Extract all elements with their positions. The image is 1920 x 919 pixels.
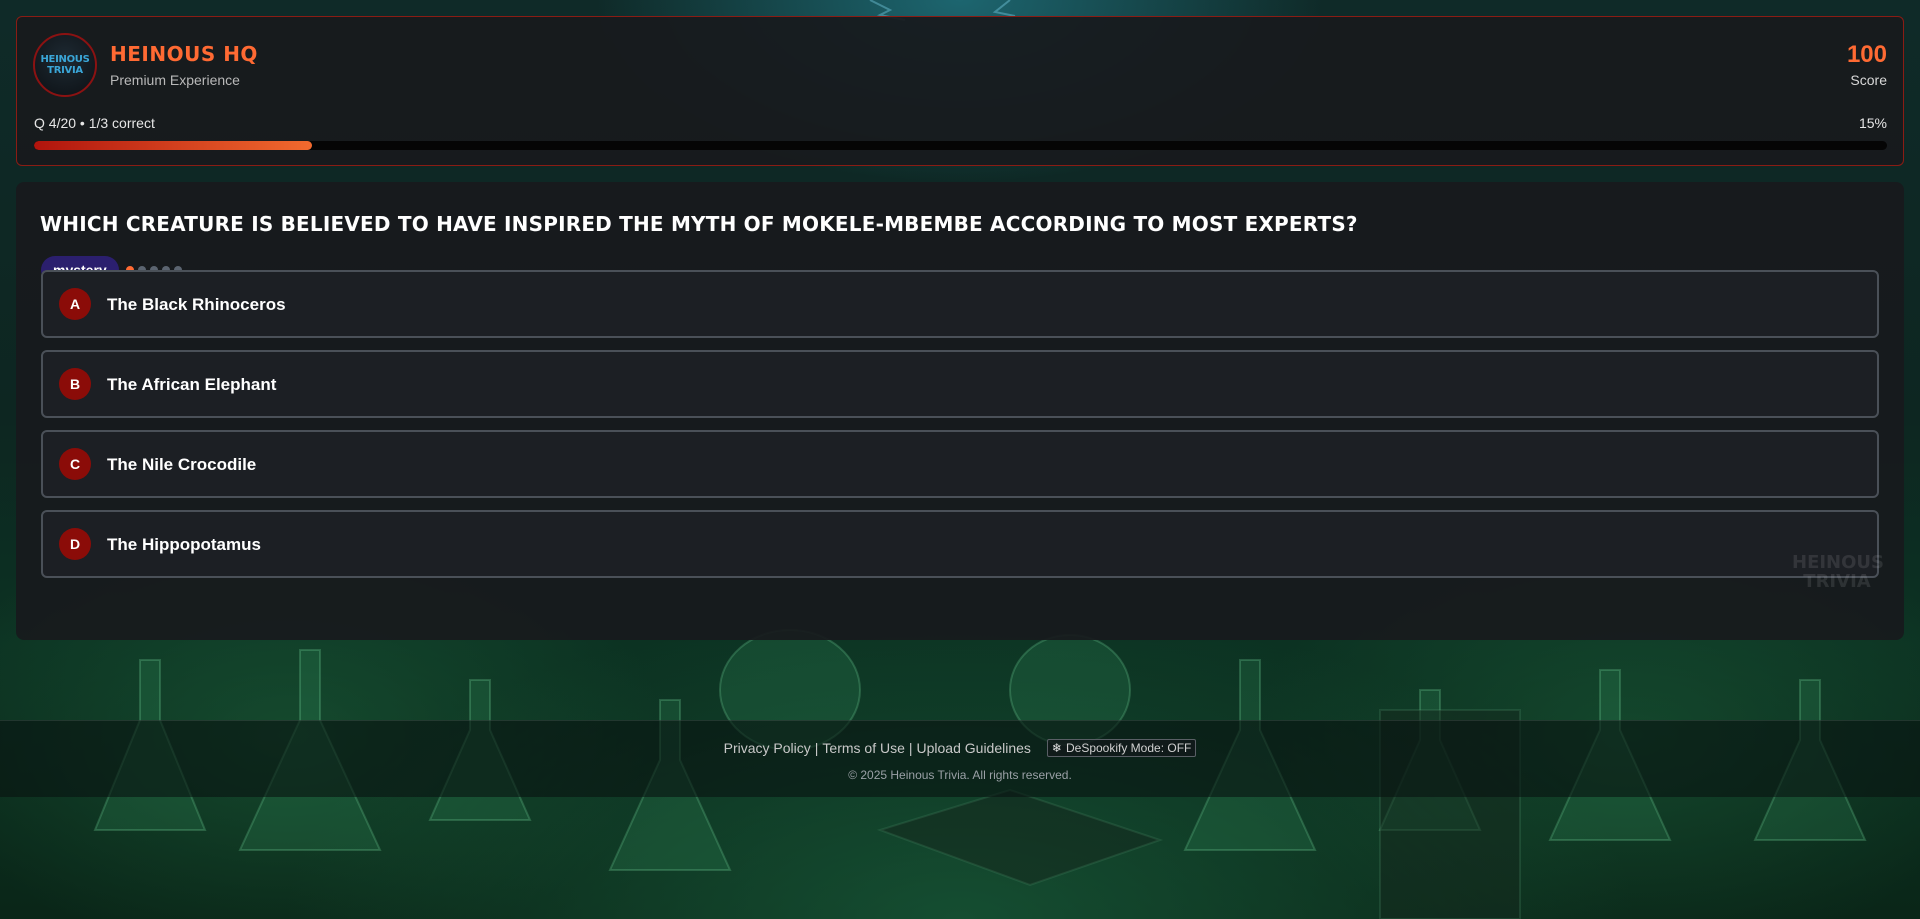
score-label: Score [1850,72,1887,88]
answer-letter-badge: A [59,288,91,320]
footer-links: Privacy Policy | Terms of Use | Upload G… [0,739,1920,757]
answer-letter-badge: B [59,368,91,400]
answer-text: The Black Rhinoceros [107,295,286,314]
footer: Privacy Policy | Terms of Use | Upload G… [0,720,1920,797]
question-card: WHICH CREATURE IS BELIEVED TO HAVE INSPI… [16,182,1904,640]
copyright-text: © 2025 Heinous Trivia. All rights reserv… [848,768,1072,782]
despookify-toggle[interactable]: ❄ DeSpookify Mode: OFF [1046,739,1197,757]
answer-option-a[interactable]: A The Black Rhinoceros [41,270,1879,338]
watermark-line-1: HEINOUS [1792,552,1885,573]
answer-option-d[interactable]: D The Hippopotamus [41,510,1879,578]
despookify-label: DeSpookify Mode: OFF [1065,741,1192,755]
snowflake-icon: ❄ [1051,741,1062,755]
answer-text: The Hippopotamus [107,535,261,554]
answer-text: The African Elephant [107,375,277,394]
upload-guidelines-link[interactable]: Upload Guidelines [917,740,1031,756]
link-separator: | [908,740,913,756]
progress-bar-fill [34,141,312,150]
progress-text: Q 4/20 • 1/3 correct [34,115,155,131]
progress-percent: 15% [1858,115,1887,131]
heinous-trivia-logo[interactable]: HEINOUS TRIVIA [33,33,97,97]
logo-line-2: TRIVIA [47,65,83,76]
logo-line-1: HEINOUS [40,54,90,65]
brand-title: HEINOUS HQ [110,42,258,66]
watermark-line-2: TRIVIA [1803,571,1871,592]
score-value: 100 [1846,41,1887,68]
header-panel: HEINOUS TRIVIA HEINOUS HQ Premium Experi… [16,16,1904,166]
answer-letter-badge: D [59,528,91,560]
brand-subtitle: Premium Experience [110,72,240,88]
answer-option-c[interactable]: C The Nile Crocodile [41,430,1879,498]
answer-text: The Nile Crocodile [107,455,257,474]
answer-option-b[interactable]: B The African Elephant [41,350,1879,418]
link-separator: | [814,740,819,756]
terms-of-use-link[interactable]: Terms of Use [822,740,904,756]
answer-letter-badge: C [59,448,91,480]
question-text: WHICH CREATURE IS BELIEVED TO HAVE INSPI… [40,212,1358,236]
progress-bar [34,141,1887,150]
heinous-trivia-watermark: HEINOUS TRIVIA [1792,552,1885,592]
privacy-policy-link[interactable]: Privacy Policy [724,740,811,756]
